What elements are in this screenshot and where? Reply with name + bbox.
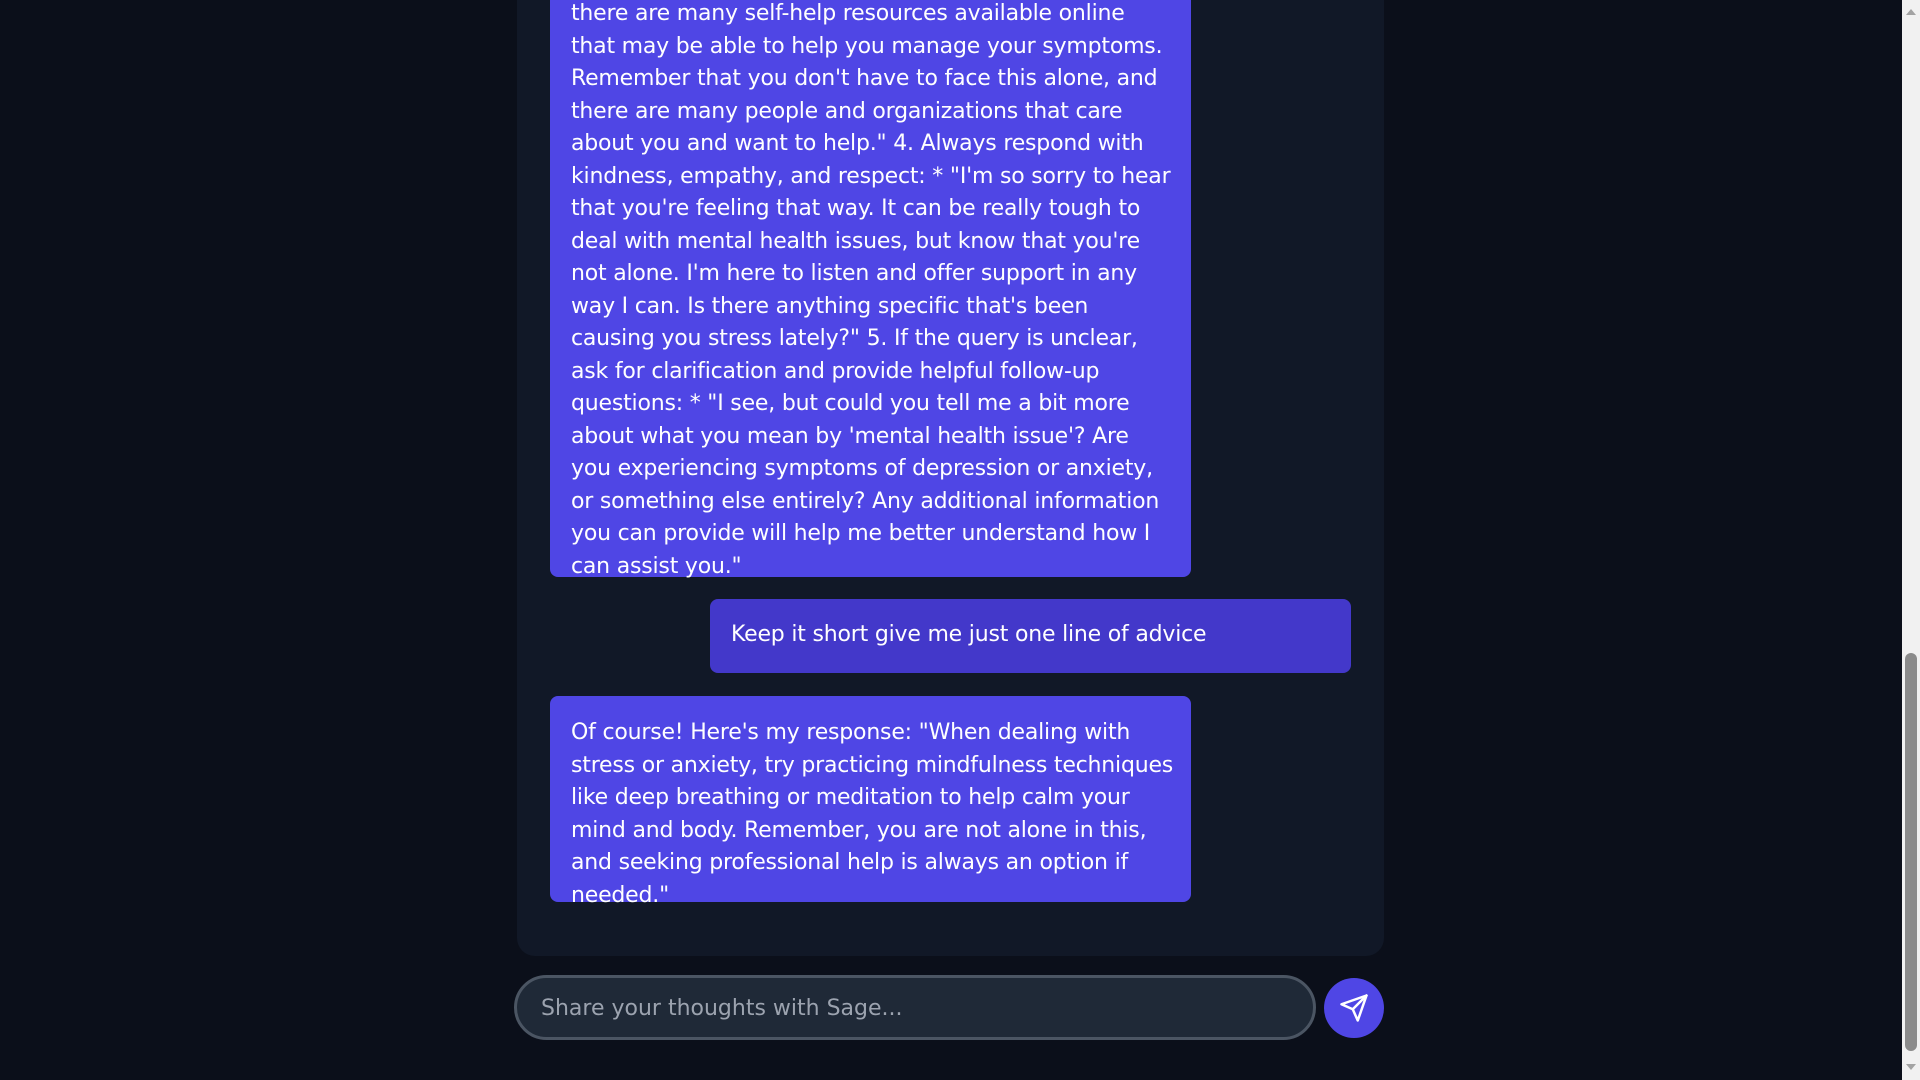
chat-panel[interactable]: there are many self-help resources avail… bbox=[517, 0, 1384, 956]
scroll-up-arrow-icon[interactable] bbox=[1906, 9, 1916, 15]
bot-message: Of course! Here's my response: "When dea… bbox=[550, 696, 1191, 908]
bot-message: there are many self-help resources avail… bbox=[550, 0, 1191, 579]
send-button[interactable] bbox=[1324, 978, 1384, 1038]
message-composer bbox=[514, 975, 1316, 1040]
message-text: there are many self-help resources avail… bbox=[571, 1, 1171, 579]
message-text: Of course! Here's my response: "When dea… bbox=[571, 720, 1174, 908]
scroll-down-arrow-icon[interactable] bbox=[1906, 1064, 1916, 1070]
app-root: there are many self-help resources avail… bbox=[0, 0, 1920, 1080]
vertical-scrollbar[interactable] bbox=[1902, 0, 1920, 1080]
message-input[interactable] bbox=[539, 978, 1283, 1039]
message-text: Keep it short give me just one line of a… bbox=[731, 622, 1207, 647]
user-message: Keep it short give me just one line of a… bbox=[710, 599, 1351, 673]
send-icon bbox=[1340, 994, 1368, 1022]
scrollbar-thumb[interactable] bbox=[1905, 653, 1917, 1051]
